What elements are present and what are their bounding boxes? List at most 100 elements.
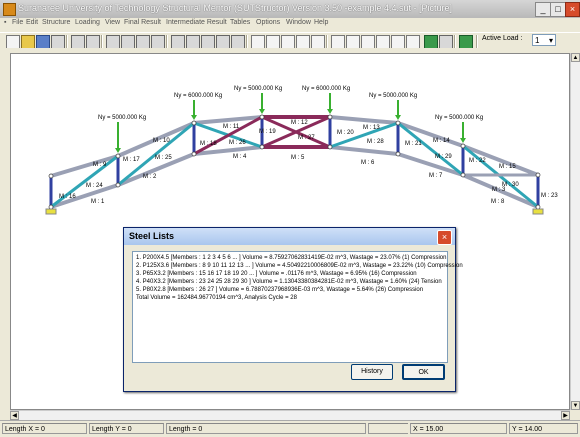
menu-loading[interactable]: Loading bbox=[75, 19, 100, 26]
bottom-chord-member[interactable] bbox=[328, 145, 400, 156]
horizontal-scrollbar[interactable]: ◀ ▶ bbox=[10, 410, 570, 420]
load-label: Ny = 5000.000 Kg bbox=[234, 86, 282, 92]
copy-icon[interactable] bbox=[121, 35, 135, 49]
print-icon[interactable] bbox=[51, 35, 65, 49]
node[interactable] bbox=[115, 182, 121, 188]
load-arrowhead-icon bbox=[115, 148, 121, 153]
bottom-chord-member[interactable] bbox=[396, 152, 465, 177]
node[interactable] bbox=[460, 172, 466, 178]
menu-intermediate-result[interactable]: Intermediate Result bbox=[166, 19, 227, 26]
grid-tool-icon[interactable] bbox=[201, 35, 215, 49]
moment-diagram-icon[interactable] bbox=[296, 35, 310, 49]
scroll-up-icon[interactable]: ▲ bbox=[571, 53, 580, 62]
menu-structure[interactable]: Structure bbox=[42, 19, 70, 26]
save-icon[interactable] bbox=[36, 35, 50, 49]
member-label: M : 23 bbox=[541, 193, 558, 199]
node[interactable] bbox=[259, 114, 265, 120]
scroll-left-icon[interactable]: ◀ bbox=[10, 411, 19, 420]
menu-view[interactable]: View bbox=[105, 19, 120, 26]
dropdown-arrow-icon[interactable] bbox=[439, 35, 453, 49]
menu-tables[interactable]: Tables bbox=[230, 19, 250, 26]
member-label: M : 3 bbox=[492, 187, 506, 193]
menu-file[interactable]: File bbox=[12, 19, 23, 26]
close-icon[interactable]: × bbox=[437, 230, 452, 245]
page-setup-icon[interactable] bbox=[86, 35, 100, 49]
load-x-icon[interactable] bbox=[361, 35, 375, 49]
steel-design-icon[interactable] bbox=[424, 35, 438, 49]
load-arrowhead-icon bbox=[259, 109, 265, 114]
top-chord-member[interactable] bbox=[328, 115, 400, 125]
member-label: M : 8 bbox=[491, 199, 505, 205]
node[interactable] bbox=[395, 151, 401, 157]
node[interactable] bbox=[535, 204, 541, 210]
reaction-icon[interactable] bbox=[346, 35, 360, 49]
scroll-down-icon[interactable]: ▼ bbox=[571, 401, 580, 410]
close-button[interactable]: × bbox=[565, 2, 580, 17]
pointer-tool-icon[interactable] bbox=[151, 35, 165, 49]
node[interactable] bbox=[48, 204, 54, 210]
max-result-icon[interactable] bbox=[251, 35, 265, 49]
menu-final-result[interactable]: Final Result bbox=[124, 19, 161, 26]
node[interactable] bbox=[460, 143, 466, 149]
ok-button[interactable]: OK bbox=[402, 364, 445, 380]
node[interactable] bbox=[327, 114, 333, 120]
table-view-icon[interactable] bbox=[459, 35, 473, 49]
property-tool-icon[interactable] bbox=[231, 35, 245, 49]
history-button[interactable]: History bbox=[351, 364, 393, 380]
load-arrowhead-icon bbox=[460, 138, 466, 143]
node[interactable] bbox=[535, 172, 541, 178]
distributed-load-icon[interactable] bbox=[406, 35, 420, 49]
node[interactable] bbox=[191, 151, 197, 157]
vertical-scrollbar[interactable]: ▲ ▼ bbox=[570, 53, 580, 410]
support-icon[interactable] bbox=[45, 208, 57, 215]
cut-icon[interactable] bbox=[106, 35, 120, 49]
steel-lists-dialog: Steel Lists × 1. P200X4.5 [Members : 1 2… bbox=[123, 227, 463, 392]
load-arrowhead-icon bbox=[327, 109, 333, 114]
support-icon[interactable] bbox=[532, 208, 544, 215]
min-result-icon[interactable] bbox=[266, 35, 280, 49]
node[interactable] bbox=[48, 173, 54, 179]
member-label: M : 7 bbox=[429, 173, 443, 179]
shear-diagram-icon[interactable] bbox=[281, 35, 295, 49]
node[interactable] bbox=[259, 144, 265, 150]
member-label: M : 14 bbox=[433, 138, 450, 144]
active-load-label: Active Load : bbox=[482, 35, 523, 42]
status-length: Length = 0 bbox=[166, 423, 366, 434]
toolbar-second-row bbox=[0, 48, 580, 53]
status-y: Y = 14.00 bbox=[509, 423, 578, 434]
node-tool-icon[interactable] bbox=[171, 35, 185, 49]
active-load-select[interactable]: 1 ▾ bbox=[532, 34, 556, 46]
menu-bar: ▪ File Edit Structure Loading View Final… bbox=[0, 18, 580, 31]
top-chord-member[interactable] bbox=[49, 154, 120, 178]
node[interactable] bbox=[115, 153, 121, 159]
scroll-right-icon[interactable]: ▶ bbox=[561, 411, 570, 420]
axial-diagram-icon[interactable] bbox=[311, 35, 325, 49]
paste-icon[interactable] bbox=[136, 35, 150, 49]
menu-window[interactable]: Window bbox=[286, 19, 311, 26]
minimize-button[interactable]: _ bbox=[535, 2, 551, 17]
deflection-icon[interactable] bbox=[331, 35, 345, 49]
status-length-x: Length X = 0 bbox=[2, 423, 87, 434]
new-file-icon[interactable] bbox=[6, 35, 20, 49]
load-y-icon[interactable] bbox=[376, 35, 390, 49]
node[interactable] bbox=[327, 144, 333, 150]
menu-options[interactable]: Options bbox=[256, 19, 280, 26]
menu-help[interactable]: Help bbox=[314, 19, 328, 26]
node[interactable] bbox=[395, 120, 401, 126]
print-preview-icon[interactable] bbox=[71, 35, 85, 49]
diagonal-member[interactable] bbox=[396, 121, 465, 177]
menu-doc-icon: ▪ bbox=[4, 19, 7, 26]
maximize-button[interactable]: □ bbox=[550, 2, 566, 17]
app-icon bbox=[3, 3, 16, 16]
menu-edit[interactable]: Edit bbox=[26, 19, 38, 26]
steel-list-box[interactable]: 1. P200X4.5 [Members : 1 2 3 4 5 6 ... ]… bbox=[132, 251, 463, 363]
member-tool-icon[interactable] bbox=[186, 35, 200, 49]
open-folder-icon[interactable] bbox=[21, 35, 35, 49]
member-label: M : 5 bbox=[291, 155, 305, 161]
member-label: M : 29 bbox=[435, 154, 452, 160]
member-load-icon[interactable] bbox=[391, 35, 405, 49]
list-item: Total Volume = 162484.96770194 cm^3, Ana… bbox=[136, 295, 297, 301]
node[interactable] bbox=[191, 120, 197, 126]
support-tool-icon[interactable] bbox=[216, 35, 230, 49]
load-label: Ny = 5000.000 Kg bbox=[98, 115, 146, 121]
